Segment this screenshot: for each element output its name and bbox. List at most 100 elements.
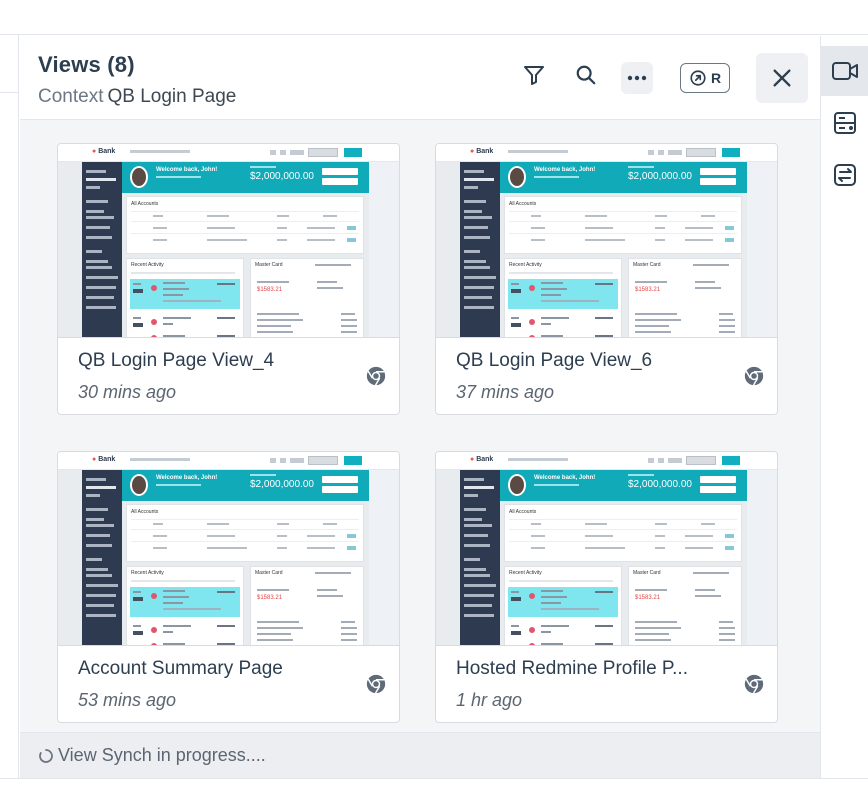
thumb-hero: Welcome back, John! $2,000,000.00 bbox=[500, 162, 747, 193]
thumb-master-card: Master Card $1583.21 bbox=[628, 258, 742, 337]
thumb-balance: $2,000,000.00 bbox=[250, 171, 314, 182]
divider bbox=[0, 92, 19, 93]
view-time: 37 mins ago bbox=[456, 382, 555, 402]
sidebar-item-storage[interactable] bbox=[821, 98, 868, 148]
context-value: QB Login Page bbox=[107, 86, 237, 107]
thumb-welcome: Welcome back, John! bbox=[534, 167, 596, 173]
thumb-tagline bbox=[508, 150, 568, 153]
thumb-hero: Welcome back, John! $2,000,000.00 bbox=[122, 470, 369, 501]
thumb-nav bbox=[648, 150, 654, 155]
swap-icon bbox=[834, 164, 856, 186]
thumb-nav bbox=[658, 150, 664, 155]
filter-button[interactable] bbox=[517, 58, 551, 92]
thumb-header: ● Bank bbox=[58, 452, 399, 470]
open-r-button[interactable]: R bbox=[680, 63, 730, 93]
top-bar bbox=[0, 0, 868, 35]
thumb-nav bbox=[270, 458, 276, 463]
context-label: Context bbox=[38, 86, 104, 107]
thumb-header: ● Bank bbox=[436, 144, 777, 162]
thumb-logo: ● Bank bbox=[470, 456, 494, 463]
more-options-button[interactable] bbox=[621, 62, 653, 94]
thumb-sidebar bbox=[82, 162, 122, 337]
view-thumbnail: ● Bank Welcome back, John! $2,000,000.00 bbox=[58, 452, 399, 646]
search-button[interactable] bbox=[569, 58, 603, 92]
loading-spinner-icon bbox=[39, 749, 53, 763]
thumb-nav bbox=[658, 458, 664, 463]
right-sidebar bbox=[820, 36, 868, 790]
thumb-recent-activity: Recent Activity bbox=[126, 566, 244, 645]
thumb-logo: ● Bank bbox=[470, 148, 494, 155]
thumb-balance: $2,000,000.00 bbox=[250, 479, 314, 490]
thumb-master-card: Master Card $1583.21 bbox=[628, 566, 742, 645]
more-horizontal-icon bbox=[627, 75, 647, 81]
thumb-recent-activity: Recent Activity bbox=[504, 258, 622, 337]
thumb-button bbox=[686, 456, 716, 465]
thumb-button bbox=[686, 148, 716, 157]
view-thumbnail: ● Bank Welcome back, John! $2,000,000.00 bbox=[436, 452, 777, 646]
thumb-avatar bbox=[508, 166, 526, 188]
left-strip bbox=[0, 35, 19, 790]
bottom-edge bbox=[0, 778, 868, 790]
thumb-nav bbox=[280, 458, 286, 463]
thumb-balance: $2,000,000.00 bbox=[628, 479, 692, 490]
sync-status-bar: View Synch in progress.... bbox=[20, 732, 820, 778]
close-button[interactable] bbox=[756, 53, 808, 103]
view-name: Hosted Redmine Profile P... bbox=[456, 658, 688, 679]
thumb-header: ● Bank bbox=[58, 144, 399, 162]
chrome-icon bbox=[366, 674, 386, 694]
thumb-right-pad bbox=[369, 162, 399, 337]
sidebar-item-views[interactable] bbox=[821, 46, 868, 96]
thumb-accounts: All Accounts bbox=[126, 504, 364, 562]
thumb-accounts: All Accounts bbox=[504, 504, 742, 562]
view-name: QB Login Page View_4 bbox=[78, 350, 275, 371]
thumb-sidebar bbox=[460, 162, 500, 337]
thumb-nav bbox=[668, 458, 682, 463]
context-line: Context QB Login Page bbox=[38, 86, 236, 108]
thumb-right-pad bbox=[747, 470, 777, 645]
device-storage-icon bbox=[834, 112, 856, 134]
thumb-button bbox=[308, 456, 338, 465]
view-card[interactable]: ● Bank Welcome back, John! $2,000,000.00 bbox=[57, 451, 400, 723]
view-card[interactable]: ● Bank Welcome back, John! $2,000,000.00 bbox=[57, 143, 400, 415]
thumb-logo: ● Bank bbox=[92, 456, 116, 463]
open-external-icon bbox=[690, 70, 706, 86]
thumb-welcome: Welcome back, John! bbox=[156, 475, 218, 481]
panel-header: Views (8) Context QB Login Page R bbox=[20, 36, 820, 120]
thumb-right-pad bbox=[369, 470, 399, 645]
sidebar-item-swap[interactable] bbox=[821, 150, 868, 200]
thumb-welcome: Welcome back, John! bbox=[156, 167, 218, 173]
thumb-hero: Welcome back, John! $2,000,000.00 bbox=[500, 470, 747, 501]
view-card[interactable]: ● Bank Welcome back, John! $2,000,000.00 bbox=[435, 143, 778, 415]
thumb-accounts: All Accounts bbox=[504, 196, 742, 254]
view-name: Account Summary Page bbox=[78, 658, 283, 679]
thumb-header: ● Bank bbox=[436, 452, 777, 470]
thumb-recent-activity: Recent Activity bbox=[126, 258, 244, 337]
thumb-sidebar bbox=[82, 470, 122, 645]
thumb-tagline bbox=[508, 458, 568, 461]
thumb-hero: Welcome back, John! $2,000,000.00 bbox=[122, 162, 369, 193]
thumb-welcome: Welcome back, John! bbox=[534, 475, 596, 481]
thumb-avatar bbox=[508, 474, 526, 496]
video-camera-icon bbox=[832, 62, 858, 80]
thumb-right-pad bbox=[747, 162, 777, 337]
thumb-nav bbox=[280, 150, 286, 155]
thumb-avatar bbox=[130, 474, 148, 496]
chrome-icon bbox=[744, 674, 764, 694]
sync-status-text: View Synch in progress.... bbox=[58, 745, 266, 765]
thumb-logo: ● Bank bbox=[92, 148, 116, 155]
thumb-button bbox=[344, 148, 362, 157]
views-panel: Views (8) ContextQB Login Page R ● Bank bbox=[20, 36, 820, 790]
thumb-avatar bbox=[130, 166, 148, 188]
thumb-balance: $2,000,000.00 bbox=[628, 171, 692, 182]
r-button-label: R bbox=[710, 70, 722, 86]
view-name: QB Login Page View_6 bbox=[456, 350, 653, 371]
chrome-icon bbox=[366, 366, 386, 386]
thumb-recent-activity: Recent Activity bbox=[504, 566, 622, 645]
view-thumbnail: ● Bank Welcome back, John! $2,000,000.00 bbox=[58, 144, 399, 338]
thumb-tagline bbox=[130, 458, 190, 461]
chrome-icon bbox=[744, 366, 764, 386]
close-icon bbox=[773, 69, 791, 87]
thumb-button bbox=[722, 148, 740, 157]
view-card[interactable]: ● Bank Welcome back, John! $2,000,000.00 bbox=[435, 451, 778, 723]
thumb-button bbox=[308, 148, 338, 157]
